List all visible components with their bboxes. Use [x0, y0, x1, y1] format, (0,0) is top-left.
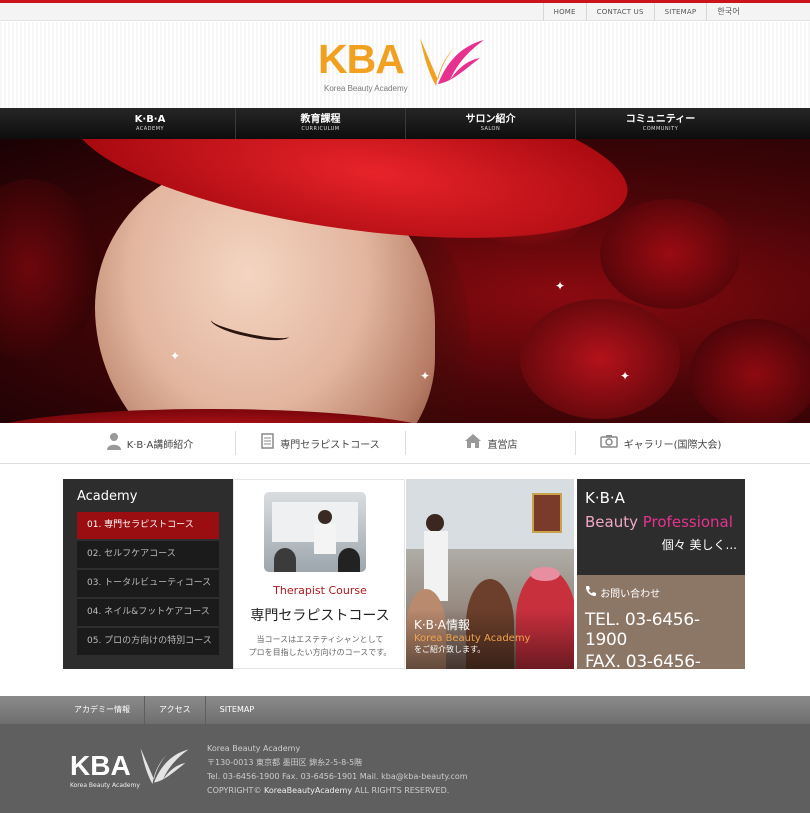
academy-item-special[interactable]: 05. プロの方向けの特別コース: [77, 628, 219, 655]
hero-banner-image: ✦ ✦ ✦ ✦: [0, 139, 810, 423]
header: KBA Korea Beauty Academy: [0, 22, 810, 108]
footer-nav: アカデミー情報 アクセス SITEMAP: [0, 696, 810, 724]
nav-salon[interactable]: サロン紹介 SALON: [405, 108, 575, 139]
subnav-label: K·B·A講師紹介: [126, 439, 194, 451]
kba-logo[interactable]: KBA Korea Beauty Academy: [318, 34, 490, 98]
contact-brand: K·B·A: [585, 489, 625, 507]
nav-sublabel: SALON: [480, 126, 501, 132]
subnav-label: 専門セラピストコース: [280, 439, 380, 451]
kba-info-title: K·B·A情報: [414, 618, 470, 632]
nav-academy[interactable]: K·B·A ACADEMY: [65, 108, 235, 139]
util-home-link[interactable]: HOME: [542, 3, 586, 21]
contact-box: K·B·A Beauty Professional 個々 美しく... お問い合…: [577, 479, 745, 692]
person-icon: [106, 432, 121, 454]
therapist-desc-line: プロを目指したい方向けのコースです。: [248, 648, 392, 657]
subnav-label: ギャラリー(国際大会): [623, 439, 722, 451]
house-icon: [464, 433, 482, 453]
nav-sublabel: ACADEMY: [135, 126, 165, 132]
subnav-instructors[interactable]: K·B·A講師紹介: [65, 431, 235, 455]
kba-info-text: をご紹介致します。: [414, 645, 486, 654]
footer-link-access[interactable]: アクセス: [144, 696, 205, 724]
contact-inquiry-label: お問い合わせ: [585, 585, 737, 600]
footer-logo-text: KBA: [70, 750, 131, 781]
beauty-professional-text: Beauty Professional: [585, 513, 737, 531]
nav-sublabel: CURRICULUM: [301, 126, 340, 132]
kba-info-card[interactable]: K·B·A情報 Korea Beauty Academy をご紹介致します。: [406, 479, 574, 669]
subnav-salon[interactable]: 直営店: [405, 431, 575, 455]
kba-info-subtitle: Korea Beauty Academy: [414, 633, 531, 644]
nav-label: コミュニティー: [625, 114, 696, 125]
contact-slogan: 個々 美しく...: [661, 538, 737, 552]
beauty-rest: eauty: [595, 513, 643, 531]
subnav-therapist-course[interactable]: 専門セラピストコース: [235, 431, 405, 455]
academy-menu: Academy 01. 専門セラピストコース 02. セルフケアコース 03. …: [63, 479, 233, 669]
logo-swirl-icon: [420, 38, 484, 86]
professional-word: Professional: [642, 513, 733, 531]
footer: KBA Korea Beauty Academy Korea Beauty Ac…: [0, 724, 810, 813]
contact-tel[interactable]: TEL. 03-6456-1900: [585, 610, 737, 650]
util-sitemap-link[interactable]: SITEMAP: [653, 3, 707, 21]
camera-icon: [599, 434, 618, 452]
util-contact-link[interactable]: CONTACT US: [585, 3, 654, 21]
util-korean-link[interactable]: 한국어: [706, 3, 750, 21]
footer-logo-swirl-icon: [140, 748, 189, 784]
footer-company-name: Korea Beauty Academy: [207, 744, 301, 753]
footer-info: Korea Beauty Academy 〒130-0013 東京都 墨田区 錦…: [207, 742, 468, 798]
logo-subtitle: Korea Beauty Academy: [324, 84, 408, 93]
academy-item-totalbeauty[interactable]: 03. トータルビューティコース: [77, 570, 219, 597]
main-nav: K·B·A ACADEMY 教育課程 CURRICULUM サロン紹介 SALO…: [0, 108, 810, 139]
therapist-course-card[interactable]: Therapist Course 専門セラピストコース 当コースはエステティシャ…: [233, 479, 405, 669]
therapist-title-en: Therapist Course: [273, 584, 367, 597]
logo-text: KBA: [318, 36, 405, 82]
footer-copyright: COPYRIGHT© KoreaBeautyAcademy ALL RIGHTS…: [207, 786, 450, 795]
phone-icon: [585, 586, 600, 600]
nav-community[interactable]: コミュニティー COMMUNITY: [575, 108, 745, 139]
footer-link-sitemap[interactable]: SITEMAP: [204, 696, 269, 724]
classroom-photo: [264, 492, 366, 572]
footer-logo-subtitle: Korea Beauty Academy: [70, 782, 140, 789]
therapist-desc-line: 当コースはエステティシャンとして: [256, 635, 384, 644]
document-icon: [261, 433, 274, 453]
footer-contact: Tel. 03-6456-1900 Fax. 03-6456-1901 Mail…: [207, 772, 468, 781]
therapist-title-jp: 専門セラピストコース: [250, 608, 390, 624]
subnav-gallery[interactable]: ギャラリー(国際大会): [575, 431, 745, 455]
nav-curriculum[interactable]: 教育課程 CURRICULUM: [235, 108, 405, 139]
academy-item-therapist[interactable]: 01. 専門セラピストコース: [77, 512, 219, 539]
academy-item-selfcare[interactable]: 02. セルフケアコース: [77, 541, 219, 568]
utility-bar: HOME CONTACT US SITEMAP 한국어: [0, 3, 810, 21]
academy-title: Academy: [77, 489, 138, 504]
nav-label: 教育課程: [300, 114, 341, 125]
footer-link-academy-info[interactable]: アカデミー情報: [60, 696, 144, 724]
contact-fax: FAX. 03-6456-1901: [585, 652, 701, 692]
therapist-description: 当コースはエステティシャンとして プロを目指したい方向けのコースです。: [234, 633, 406, 659]
nav-sublabel: COMMUNITY: [642, 126, 679, 132]
content-area: Academy 01. 専門セラピストコース 02. セルフケアコース 03. …: [63, 479, 745, 692]
footer-address: 〒130-0013 東京都 墨田区 錦糸2-5-8-5階: [207, 758, 363, 767]
nav-label: K·B·A: [134, 114, 166, 125]
subnav-label: 直営店: [487, 439, 518, 451]
sub-nav: K·B·A講師紹介 専門セラピストコース 直営店 ギャラリー(国際大会): [0, 423, 810, 464]
nav-label: サロン紹介: [465, 114, 516, 125]
academy-item-nail[interactable]: 04. ネイル&フットケアコース: [77, 599, 219, 626]
beauty-initial: B: [585, 513, 596, 531]
footer-logo: KBA Korea Beauty Academy: [70, 744, 190, 794]
